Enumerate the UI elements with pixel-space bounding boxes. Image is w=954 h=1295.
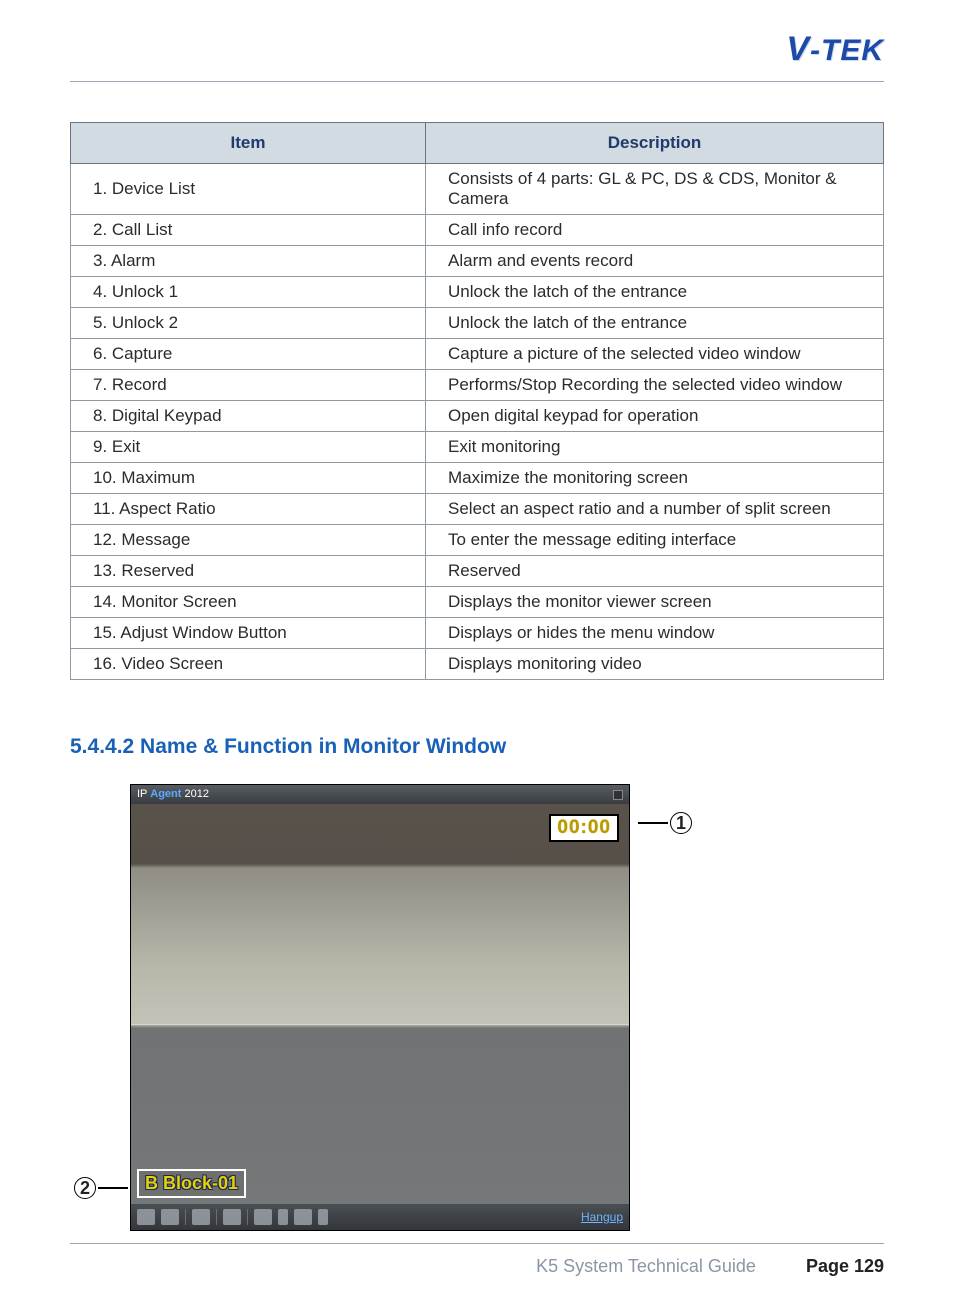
footer-guide-title: K5 System Technical Guide	[536, 1256, 756, 1277]
table-row: 12. MessageTo enter the message editing …	[71, 525, 884, 556]
brand-logo: V-TEK	[70, 30, 884, 81]
unlock1-icon[interactable]	[192, 1209, 210, 1225]
monitor-window-figure: 1 2 IP Agent 2012 00:00 B Block-01	[130, 784, 690, 1231]
table-row: 4. Unlock 1Unlock the latch of the entra…	[71, 277, 884, 308]
table-row: 11. Aspect RatioSelect an aspect ratio a…	[71, 494, 884, 525]
capture-icon[interactable]	[137, 1209, 155, 1225]
callout-1: 1	[638, 812, 692, 834]
record-icon[interactable]	[161, 1209, 179, 1225]
footer-page-number: Page 129	[806, 1256, 884, 1277]
app-title: IP Agent 2012	[137, 785, 209, 804]
table-row: 3. AlarmAlarm and events record	[71, 246, 884, 277]
mic-level-icon[interactable]	[318, 1209, 328, 1225]
window-restore-icon[interactable]	[613, 790, 623, 800]
table-row: 10. MaximumMaximize the monitoring scree…	[71, 463, 884, 494]
window-titlebar: IP Agent 2012	[131, 785, 629, 804]
hangup-link[interactable]: Hangup	[581, 1210, 623, 1224]
volume-icon[interactable]	[254, 1209, 272, 1225]
table-row: 13. ReservedReserved	[71, 556, 884, 587]
table-row: 8. Digital KeypadOpen digital keypad for…	[71, 401, 884, 432]
table-row: 14. Monitor ScreenDisplays the monitor v…	[71, 587, 884, 618]
volume-level-icon[interactable]	[278, 1209, 288, 1225]
callout-2: 2	[74, 1177, 128, 1199]
page-footer: K5 System Technical Guide Page 129	[70, 1243, 884, 1277]
unlock2-icon[interactable]	[223, 1209, 241, 1225]
table-row: 15. Adjust Window ButtonDisplays or hide…	[71, 618, 884, 649]
table-row: 7. RecordPerforms/Stop Recording the sel…	[71, 370, 884, 401]
header-divider	[70, 81, 884, 82]
monitor-window: IP Agent 2012 00:00 B Block-01	[130, 784, 630, 1231]
monitor-toolbar: Hangup	[131, 1204, 629, 1230]
location-badge: B Block-01	[137, 1169, 246, 1198]
table-header-description: Description	[426, 123, 884, 164]
mic-icon[interactable]	[294, 1209, 312, 1225]
table-row: 5. Unlock 2Unlock the latch of the entra…	[71, 308, 884, 339]
table-row: 6. CaptureCapture a picture of the selec…	[71, 339, 884, 370]
table-header-item: Item	[71, 123, 426, 164]
table-row: 16. Video ScreenDisplays monitoring vide…	[71, 649, 884, 680]
table-row: 9. ExitExit monitoring	[71, 432, 884, 463]
table-row: 2. Call ListCall info record	[71, 215, 884, 246]
timer-badge: 00:00	[549, 814, 619, 842]
video-screen: 00:00 B Block-01	[131, 804, 629, 1204]
item-description-table: Item Description 1. Device ListConsists …	[70, 122, 884, 680]
table-row: 1. Device ListConsists of 4 parts: GL & …	[71, 164, 884, 215]
section-heading: 5.4.4.2 Name & Function in Monitor Windo…	[70, 735, 884, 759]
